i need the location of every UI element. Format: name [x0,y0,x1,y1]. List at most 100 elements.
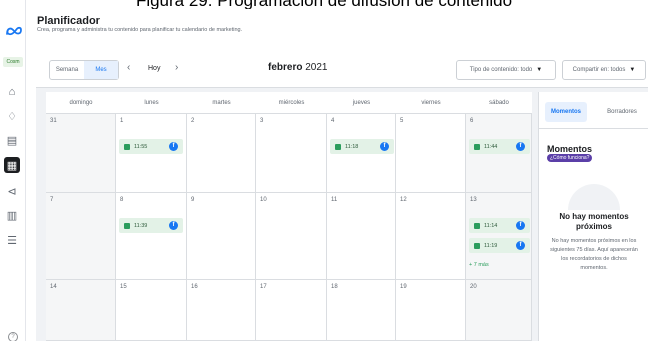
chevron-right-icon: › [175,62,179,73]
planner-icon[interactable]: ▦ [4,157,20,173]
left-rail: Cosm ⌂ ♢ ▤ ▦ ⊲ ▥ ☰ ? [0,0,26,341]
scheduled-icon [124,222,130,229]
day-number: 5 [400,118,404,124]
day-number: 14 [50,284,57,290]
share-label: Compartir en: todos [572,67,626,73]
moments-heading: Momentos [547,144,592,154]
calendar-day-cell[interactable]: 31 [46,114,116,193]
scheduled-icon [335,143,341,150]
empty-state-description: No hay momentos próximos en los siguient… [550,238,638,271]
day-number: 12 [400,197,407,203]
tab-drafts[interactable]: Borradores [599,102,645,122]
facebook-icon: f [516,221,525,230]
calendar-day-cell[interactable]: 13 11:14 f 11:19 f + 7 más [466,193,532,280]
day-header: domingo [46,92,116,114]
facebook-icon: f [380,142,389,151]
calendar-day-cell[interactable]: 2 [187,114,256,193]
figure-caption: Figura 29. Programación de difusión de c… [0,0,648,9]
post-time: 11:14 [484,222,498,229]
calendar-day-cell[interactable]: 3 [256,114,327,193]
ads-icon[interactable]: ⊲ [4,183,20,199]
calendar-day-cell[interactable]: 20 [466,280,532,341]
content-type-label: Tipo de contenido: todo [469,67,533,73]
facebook-icon: f [169,142,178,151]
empty-state-illustration [568,184,620,210]
facebook-icon: f [169,221,178,230]
scheduled-icon [124,143,130,150]
calendar-day-cell[interactable]: 1 11:55 f [116,114,187,193]
page-title: Planificador [37,15,100,27]
help-icon[interactable]: ? [8,332,18,341]
post-time: 11:55 [134,143,148,150]
content-icon[interactable]: ▤ [4,132,20,148]
calendar-day-cell[interactable]: 15 [116,280,187,341]
content-type-dropdown[interactable]: Tipo de contenido: todo ▼ [456,60,556,80]
scheduled-icon [474,222,480,229]
day-number: 18 [331,284,338,290]
scheduled-post[interactable]: 11:19 f [469,238,530,253]
more-posts-link[interactable]: + 7 más [469,262,489,268]
calendar-day-cell[interactable]: 16 [187,280,256,341]
day-number: 8 [120,197,124,203]
post-time: 11:39 [134,222,148,229]
day-number: 2 [191,118,195,124]
tab-moments[interactable]: Momentos [545,102,587,122]
calendar-day-cell[interactable]: 6 11:44 f [466,114,532,193]
calendar-day-cell[interactable]: 12 [396,193,466,280]
calendar-day-cell[interactable]: 9 [187,193,256,280]
month-title: febrero 2021 [268,62,327,73]
scheduled-post[interactable]: 11:39 f [119,218,183,233]
planner-screen: Figura 29. Programación de difusión de c… [0,0,648,341]
menu-icon[interactable]: ☰ [4,232,20,248]
page-subtitle: Crea, programa y administra tu contenido… [37,27,243,33]
calendar-day-cell[interactable]: 19 [396,280,466,341]
scheduled-post[interactable]: 11:14 f [469,218,530,233]
view-toggle: Semana Mes [49,60,119,80]
calendar-day-cell[interactable]: 14 [46,280,116,341]
calendar-toolbar: Semana Mes ‹ Hoy › febrero 2021 Tipo de … [36,48,648,88]
calendar-day-cell[interactable]: 11 [327,193,396,280]
day-number: 7 [50,197,54,203]
calendar-day-cell[interactable]: 4 11:18 f [327,114,396,193]
account-avatar[interactable]: Cosm [3,57,23,67]
calendar-day-cell[interactable]: 7 [46,193,116,280]
insights-icon[interactable]: ▥ [4,207,20,223]
day-number: 3 [260,118,264,124]
day-header: jueves [327,92,396,114]
how-it-works-link[interactable]: ¿Cómo funciona? [547,154,593,162]
scheduled-icon [474,242,480,249]
calendar-day-cell[interactable]: 5 [396,114,466,193]
panel-tabs: Momentos Borradores [539,92,648,129]
day-number: 16 [191,284,198,290]
calendar-day-cell[interactable]: 10 [256,193,327,280]
month-name: febrero [268,62,303,73]
month-year: 2021 [305,62,328,73]
caret-down-icon: ▼ [629,67,636,73]
view-week-button[interactable]: Semana [50,61,84,79]
day-number: 20 [470,284,477,290]
today-button[interactable]: Hoy [148,65,160,72]
view-month-button[interactable]: Mes [84,61,118,79]
notifications-icon[interactable]: ♢ [4,108,20,124]
empty-state-title: No hay momentos próximos [559,212,629,231]
day-header: sábado [466,92,532,114]
scheduled-post[interactable]: 11:18 f [330,139,394,154]
share-dropdown[interactable]: Compartir en: todos ▼ [562,60,646,80]
calendar-day-cell[interactable]: 18 [327,280,396,341]
calendar-grid: domingo lunes martes miércoles jueves vi… [46,92,532,341]
day-number: 4 [331,118,335,124]
post-time: 11:44 [484,143,498,150]
scheduled-post[interactable]: 11:44 f [469,139,530,154]
home-icon[interactable]: ⌂ [4,84,20,100]
scheduled-post[interactable]: 11:55 f [119,139,183,154]
facebook-icon: f [516,142,525,151]
day-number: 1 [120,118,124,124]
next-month-button[interactable]: › [175,62,178,73]
calendar-day-cell[interactable]: 17 [256,280,327,341]
day-number: 10 [260,197,267,203]
day-number: 13 [470,197,477,203]
day-header: martes [187,92,256,114]
calendar-day-cell[interactable]: 8 11:39 f [116,193,187,280]
meta-logo-icon[interactable] [5,24,23,38]
previous-month-button[interactable]: ‹ [127,62,130,73]
